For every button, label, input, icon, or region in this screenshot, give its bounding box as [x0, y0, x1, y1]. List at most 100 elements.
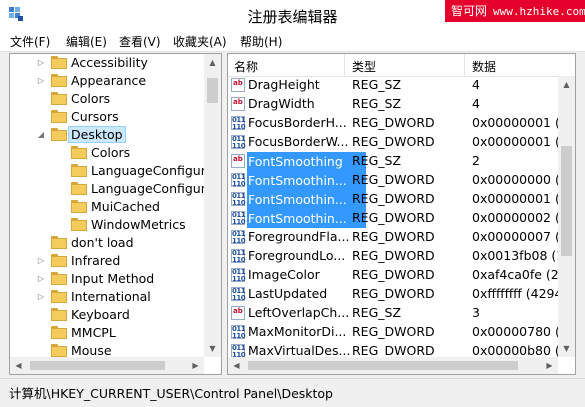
tree-item-label[interactable]: Cursors: [71, 109, 119, 124]
scroll-right-icon[interactable]: ▶: [541, 357, 558, 374]
scroll-down-icon[interactable]: ▼: [204, 340, 221, 357]
value-name[interactable]: MaxVirtualDes...: [248, 343, 366, 358]
collapsed-arrow-icon[interactable]: ▷: [37, 256, 45, 266]
list-vertical-scrollbar[interactable]: ▲ ▼: [558, 76, 575, 357]
value-type: REG_DWORD: [352, 229, 435, 244]
scroll-left-icon[interactable]: ◀: [10, 357, 27, 374]
collapsed-arrow-icon[interactable]: ▷: [37, 292, 45, 302]
tree-item-label[interactable]: LanguageConfigura: [91, 181, 214, 196]
value-name[interactable]: FontSmoothing: [247, 152, 366, 171]
table-row[interactable]: 011 110 ForegroundLo... REG_DWORD 0x0013fb08…: [228, 247, 562, 266]
tree-item-label[interactable]: Appearance: [71, 73, 146, 88]
table-row[interactable]: 011 110 FontSmoothin... REG_DWORD 0x00000000…: [228, 171, 562, 190]
value-type: REG_DWORD: [352, 172, 435, 187]
tree-item-label[interactable]: Keyboard: [71, 307, 130, 322]
collapsed-arrow-icon[interactable]: ▷: [37, 76, 45, 86]
tree-item-label[interactable]: Infrared: [71, 253, 120, 268]
watermark-brand: 智可网: [451, 4, 488, 18]
value-data: 0x0013fb08 (13: [472, 248, 562, 263]
scroll-down-icon[interactable]: ▼: [558, 340, 575, 357]
table-row[interactable]: ab DragWidth REG_SZ 4: [228, 95, 558, 114]
table-row[interactable]: 011 110 MaxMonitorDi... REG_DWORD 0x00000780…: [228, 323, 562, 342]
tree-item-label[interactable]: don't load: [71, 235, 134, 250]
value-name[interactable]: FocusBorderW...: [248, 134, 366, 149]
string-value-icon: ab: [231, 78, 245, 92]
tree-item-label[interactable]: MuiCached: [91, 199, 160, 214]
tree-item-label[interactable]: WindowMetrics: [91, 217, 186, 232]
binary-value-icon: 011 110: [231, 192, 246, 207]
value-data: 0x00000001 (1): [472, 191, 562, 206]
menu-edit[interactable]: 编辑(E): [66, 33, 107, 50]
table-row[interactable]: 011 110 FontSmoothin... REG_DWORD 0x00000001…: [228, 190, 562, 209]
key-tree-pane[interactable]: ▷ Accessibility ▷ Appearance Colors Cursors ◢ D…: [9, 53, 222, 375]
tree-scroll-thumb[interactable]: [207, 78, 218, 103]
collapsed-arrow-icon[interactable]: ▷: [37, 274, 45, 284]
value-name[interactable]: MaxMonitorDi...: [248, 324, 366, 339]
tree-item-label[interactable]: Colors: [71, 91, 110, 106]
menu-help[interactable]: 帮助(H): [240, 33, 282, 50]
expanded-arrow-icon[interactable]: ◢: [37, 130, 45, 140]
table-row[interactable]: 011 110 LastUpdated REG_DWORD 0xffffffff (42…: [228, 285, 562, 304]
table-row[interactable]: ab FontSmoothing REG_SZ 2: [228, 152, 558, 171]
table-row[interactable]: ab DragHeight REG_SZ 4: [228, 76, 558, 95]
value-name[interactable]: LastUpdated: [248, 286, 366, 301]
string-value-icon: ab: [231, 97, 245, 111]
tree-item-label[interactable]: Colors: [91, 145, 130, 160]
list-horizontal-scrollbar[interactable]: ◀ ▶: [228, 357, 558, 374]
table-row[interactable]: 011110ImageColorREG_DWORD 0xaf4ca0fe (294: [228, 266, 562, 285]
column-divider[interactable]: [344, 54, 345, 76]
list-hscroll-thumb[interactable]: [248, 361, 518, 370]
tree-hscroll-thumb[interactable]: [30, 361, 165, 370]
value-name[interactable]: FontSmoothin...: [247, 171, 366, 190]
table-row[interactable]: 011 110 FontSmoothin... REG_DWORD 0x00000002…: [228, 209, 562, 228]
current-key-path: 计算机\HKEY_CURRENT_USER\Control Panel\Desk…: [9, 386, 333, 401]
table-row[interactable]: ab LeftOverlapCh... REG_SZ 3: [228, 304, 558, 323]
menu-favorites[interactable]: 收藏夹(A): [173, 33, 227, 50]
tree-item-label[interactable]: Mouse: [71, 343, 112, 358]
table-row[interactable]: 011 110 FocusBorderW... REG_DWORD 0x00000001…: [228, 133, 562, 152]
tree-vertical-scrollbar[interactable]: ▲ ▼: [204, 54, 221, 357]
value-data: 0x00000007 (7): [472, 229, 562, 244]
value-name[interactable]: FontSmoothin...: [247, 209, 366, 228]
value-type: REG_DWORD: [352, 115, 435, 130]
scroll-up-icon[interactable]: ▲: [204, 54, 221, 71]
tree-item-label[interactable]: Accessibility: [71, 55, 148, 70]
value-name[interactable]: ForegroundLo...: [248, 248, 366, 263]
table-row[interactable]: 011 110 FocusBorderH... REG_DWORD 0x00000001…: [228, 114, 562, 133]
tree-item-label[interactable]: LanguageConfigura: [91, 163, 214, 178]
column-header-data[interactable]: 数据: [472, 58, 496, 75]
tree-item-label[interactable]: Input Method: [71, 271, 154, 286]
column-header-type[interactable]: 类型: [352, 58, 376, 75]
scroll-right-icon[interactable]: ▶: [187, 357, 204, 374]
value-type: REG_DWORD: [352, 343, 435, 358]
value-name[interactable]: ForegroundFla...: [248, 229, 366, 244]
value-name[interactable]: ImageColor: [248, 267, 366, 282]
value-type: REG_SZ: [352, 77, 402, 92]
tree-item-label[interactable]: Desktop: [68, 126, 126, 143]
menu-file[interactable]: 文件(F): [10, 33, 50, 50]
value-name[interactable]: DragWidth: [248, 96, 366, 111]
value-name[interactable]: LeftOverlapCh...: [248, 305, 366, 320]
value-name[interactable]: FontSmoothin...: [247, 190, 366, 209]
table-row[interactable]: 011 110 ForegroundFla... REG_DWORD 0x0000000…: [228, 228, 562, 247]
tree-item-label[interactable]: MMCPL: [71, 325, 116, 340]
tree-horizontal-scrollbar[interactable]: ◀ ▶: [10, 357, 204, 374]
folder-icon: [51, 326, 67, 339]
list-scroll-thumb[interactable]: [561, 146, 572, 256]
string-value-icon: ab: [231, 306, 245, 320]
collapsed-arrow-icon[interactable]: ▷: [37, 58, 45, 68]
scroll-up-icon[interactable]: ▲: [558, 76, 575, 93]
folder-icon: [71, 218, 87, 231]
scroll-left-icon[interactable]: ◀: [228, 357, 245, 374]
watermark-url: www.hzhike.com: [493, 5, 585, 18]
menu-view[interactable]: 查看(V): [119, 33, 161, 50]
values-list-pane[interactable]: 名称 类型 数据 ab DragHeight REG_SZ 4 ab DragWidth R…: [227, 53, 576, 375]
value-type: REG_DWORD: [352, 324, 435, 339]
value-name[interactable]: DragHeight: [248, 77, 366, 92]
folder-icon: [51, 344, 67, 357]
value-data: 0x00000002 (2): [472, 210, 562, 225]
column-header-name[interactable]: 名称: [234, 58, 258, 75]
value-name[interactable]: FocusBorderH...: [248, 115, 366, 130]
column-divider[interactable]: [464, 54, 465, 76]
tree-item-label[interactable]: International: [71, 289, 151, 304]
